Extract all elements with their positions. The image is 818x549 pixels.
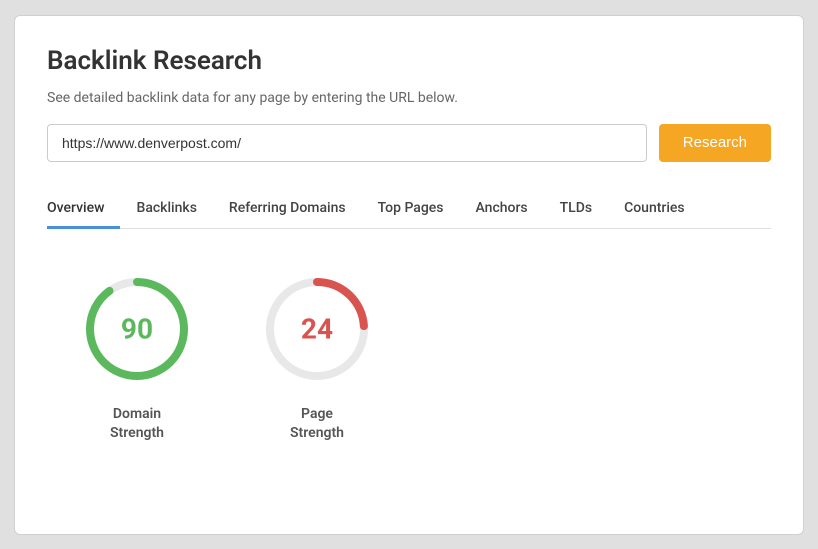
page-strength-metric: 24 PageStrength bbox=[257, 269, 377, 444]
page-strength-circle: 24 bbox=[257, 269, 377, 389]
tab-referring-domains[interactable]: Referring Domains bbox=[213, 190, 362, 229]
subtitle: See detailed backlink data for any page … bbox=[47, 90, 771, 106]
tab-backlinks[interactable]: Backlinks bbox=[120, 190, 212, 229]
research-button[interactable]: Research bbox=[659, 124, 771, 162]
metrics-row: 90 DomainStrength 24 PageStrength bbox=[47, 269, 771, 444]
tab-top-pages[interactable]: Top Pages bbox=[362, 190, 460, 229]
tab-anchors[interactable]: Anchors bbox=[460, 190, 544, 229]
tabs-nav: Overview Backlinks Referring Domains Top… bbox=[47, 190, 771, 229]
search-row: Research bbox=[47, 124, 771, 162]
page-title: Backlink Research bbox=[47, 46, 771, 76]
tab-tlds[interactable]: TLDs bbox=[544, 190, 608, 229]
page-strength-label: PageStrength bbox=[290, 405, 344, 444]
domain-strength-value: 90 bbox=[121, 312, 153, 345]
tab-overview[interactable]: Overview bbox=[47, 190, 120, 229]
domain-strength-circle: 90 bbox=[77, 269, 197, 389]
tab-countries[interactable]: Countries bbox=[608, 190, 701, 229]
url-input[interactable] bbox=[47, 124, 647, 162]
domain-strength-metric: 90 DomainStrength bbox=[77, 269, 197, 444]
page-strength-value: 24 bbox=[301, 312, 333, 345]
domain-strength-label: DomainStrength bbox=[110, 405, 164, 444]
main-card: Backlink Research See detailed backlink … bbox=[14, 15, 804, 535]
